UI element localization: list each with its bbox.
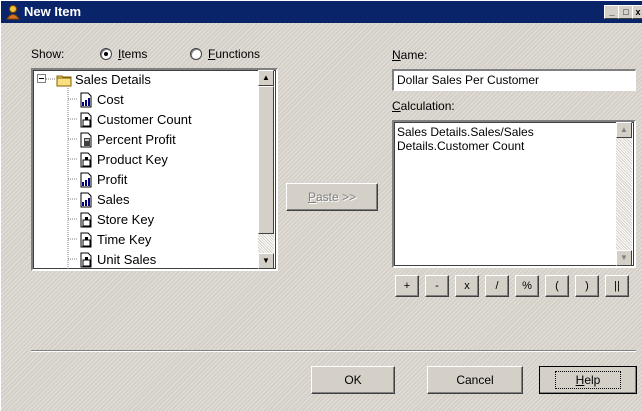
tree-scrollbar[interactable]: ▲ ▼ — [258, 70, 274, 269]
items-radio[interactable] — [100, 48, 112, 60]
cancel-button[interactable]: Cancel — [427, 366, 523, 394]
functions-radio[interactable] — [190, 48, 202, 60]
operator-close-paren-button[interactable]: ) — [575, 275, 599, 297]
operator-open-paren-button[interactable]: ( — [545, 275, 569, 297]
name-input[interactable]: Dollar Sales Per Customer — [392, 69, 636, 91]
operator-plus-button[interactable]: + — [395, 275, 419, 297]
paste-button[interactable]: Paste >> — [286, 183, 378, 211]
operator-concat-button[interactable]: || — [605, 275, 629, 297]
new-item-dialog: New Item _ □ x Show: Items Functions Sal… — [0, 0, 642, 411]
calculation-scrollbar[interactable]: ▲ ▼ — [616, 122, 632, 266]
operator-percent-button[interactable]: % — [515, 275, 539, 297]
items-tree[interactable]: Sales Details Cost Customer Count Percen… — [31, 68, 278, 271]
calc-item-icon — [80, 132, 92, 148]
ok-button[interactable]: OK — [311, 366, 395, 394]
new-item-app-icon — [6, 5, 20, 20]
key-item-icon — [80, 232, 92, 248]
radio-selected-dot — [104, 52, 108, 56]
scroll-thumb[interactable] — [258, 86, 274, 234]
tree-item-label: Sales — [97, 192, 130, 207]
tree-item-label: Customer Count — [97, 112, 192, 127]
help-button[interactable]: Help — [539, 366, 637, 394]
key-item-icon — [80, 212, 92, 228]
tree-item-label: Product Key — [97, 152, 168, 167]
tree-item-time-key[interactable]: Time Key — [33, 230, 258, 250]
tree-item-store-key[interactable]: Store Key — [33, 210, 258, 230]
tree-item-customer-count[interactable]: Customer Count — [33, 110, 258, 130]
title-bar[interactable]: New Item _ □ x — [1, 1, 642, 23]
calculation-text: Sales Details.Sales/Sales Details.Custom… — [397, 125, 534, 153]
numeric-item-icon — [80, 172, 92, 188]
scroll-down-button[interactable]: ▼ — [258, 253, 274, 269]
items-radio-label[interactable]: Items — [118, 47, 147, 61]
tree-item-percent-profit[interactable]: Percent Profit — [33, 130, 258, 150]
tree-item-unit-sales[interactable]: Unit Sales — [33, 250, 258, 269]
numeric-item-icon — [80, 192, 92, 208]
show-label: Show: — [31, 47, 65, 61]
close-button[interactable]: x — [632, 5, 642, 19]
calculation-textarea[interactable]: Sales Details.Sales/Sales Details.Custom… — [392, 120, 636, 268]
operator-divide-button[interactable]: / — [485, 275, 509, 297]
tree-item-label: Store Key — [97, 212, 155, 227]
tree-item-cost[interactable]: Cost — [33, 90, 258, 110]
scroll-up-button[interactable]: ▲ — [258, 70, 274, 86]
numeric-item-icon — [80, 92, 92, 108]
folder-icon — [56, 75, 72, 87]
window-title: New Item — [24, 4, 82, 19]
tree-root-label: Sales Details — [75, 72, 151, 87]
name-input-value: Dollar Sales Per Customer — [397, 73, 540, 87]
key-item-icon — [80, 252, 92, 268]
operator-minus-button[interactable]: - — [425, 275, 449, 297]
operator-multiply-button[interactable]: x — [455, 275, 479, 297]
tree-item-sales[interactable]: Sales — [33, 190, 258, 210]
key-item-icon — [80, 152, 92, 168]
tree-item-label: Percent Profit — [97, 132, 176, 147]
key-item-icon — [80, 112, 92, 128]
tree-root-sales-details[interactable]: Sales Details — [33, 70, 258, 90]
tree-item-label: Unit Sales — [97, 252, 157, 267]
functions-radio-label[interactable]: Functions — [208, 47, 260, 61]
tree-item-profit[interactable]: Profit — [33, 170, 258, 190]
help-button-focus: Help — [554, 371, 622, 389]
scroll-up-button[interactable]: ▲ — [616, 122, 632, 138]
scroll-down-button[interactable]: ▼ — [616, 250, 632, 266]
name-label: Name: — [392, 48, 428, 62]
tree-item-label: Profit — [97, 172, 128, 187]
calculation-label: Calculation: — [392, 99, 455, 113]
tree-item-product-key[interactable]: Product Key — [33, 150, 258, 170]
tree-item-label: Cost — [97, 92, 124, 107]
tree-item-label: Time Key — [97, 232, 152, 247]
separator-line — [31, 350, 636, 352]
